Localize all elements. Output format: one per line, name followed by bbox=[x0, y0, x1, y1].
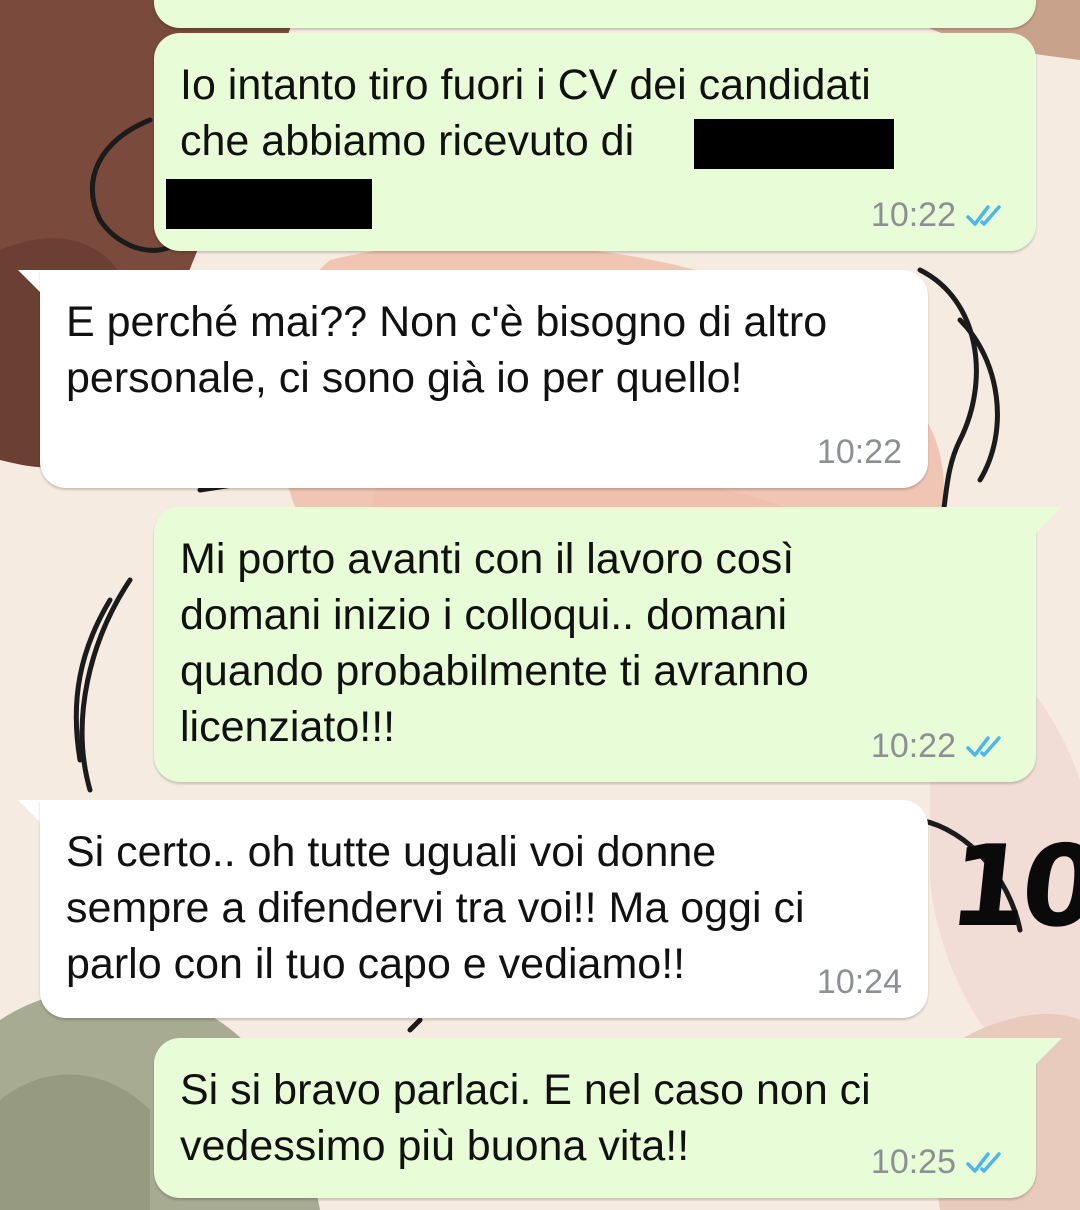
previous-message-bubble-partial[interactable] bbox=[154, 0, 1036, 28]
message-text: Si certo.. oh tutte uguali voi donne sem… bbox=[66, 828, 805, 988]
message-bubble-outgoing[interactable]: Mi porto avanti con il lavoro così doman… bbox=[154, 507, 1036, 782]
message-time: 10:22 bbox=[870, 727, 956, 765]
handwritten-annotation: 10 bbox=[943, 822, 1080, 952]
double-check-read-icon bbox=[966, 735, 1001, 757]
message-text: Io intanto tiro fuori i CV dei candidati… bbox=[180, 61, 871, 165]
bubble-tail bbox=[1036, 1038, 1062, 1064]
message-time: 10:22 bbox=[816, 433, 902, 471]
double-check-read-icon bbox=[966, 204, 1001, 226]
bubble-tail bbox=[1036, 507, 1062, 533]
message-bubble-outgoing[interactable]: Io intanto tiro fuori i CV dei candidati… bbox=[154, 33, 1036, 251]
message-time: 10:24 bbox=[816, 963, 902, 1001]
message-text: E perché mai?? Non c'è bisogno di altro … bbox=[66, 298, 828, 402]
message-meta: 10:22 bbox=[871, 727, 1010, 766]
double-check-read-icon bbox=[966, 1151, 1001, 1173]
redaction-box bbox=[694, 119, 894, 169]
redaction-box bbox=[166, 179, 372, 229]
message-text: Mi porto avanti con il lavoro così doman… bbox=[180, 535, 809, 751]
message-bubble-outgoing[interactable]: Si si bravo parlaci. E nel caso non ci v… bbox=[154, 1038, 1036, 1198]
message-bubble-incoming[interactable]: E perché mai?? Non c'è bisogno di altro … bbox=[40, 270, 928, 488]
message-bubble-incoming[interactable]: Si certo.. oh tutte uguali voi donne sem… bbox=[40, 800, 928, 1018]
message-meta: 10:24 bbox=[817, 963, 902, 1002]
message-time: 10:25 bbox=[870, 1143, 956, 1181]
message-meta: 10:25 bbox=[871, 1143, 1010, 1182]
message-meta: 10:22 bbox=[871, 196, 1010, 235]
message-time: 10:22 bbox=[870, 196, 956, 234]
message-meta: 10:22 bbox=[817, 433, 902, 472]
